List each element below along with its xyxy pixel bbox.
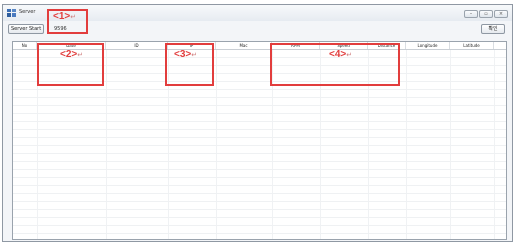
maximize-button[interactable]: ▫ [479, 10, 493, 18]
server-start-button[interactable]: Server Start [8, 24, 45, 34]
app-icon [7, 9, 16, 17]
col-header-mac[interactable]: Mac [216, 42, 272, 49]
callout-2-label: <2>↵ [60, 49, 84, 60]
server-window: Server – ▫ × Server Start 9596 확인 No Dat… [2, 4, 513, 242]
confirm-button[interactable]: 확인 [481, 24, 505, 34]
row-separator [13, 137, 506, 138]
row-separator [13, 105, 506, 106]
row-separator [13, 129, 506, 130]
row-separator [13, 153, 506, 154]
window-title: Server [19, 9, 36, 15]
close-button[interactable]: × [494, 10, 508, 18]
callout-1-label: <1>↵ [53, 11, 77, 22]
row-separator [13, 217, 506, 218]
maximize-icon: ▫ [484, 11, 488, 17]
row-separator [13, 161, 506, 162]
row-separator [13, 97, 506, 98]
col-header-latitude[interactable]: Latitude [450, 42, 494, 49]
close-icon: × [498, 11, 504, 17]
row-separator [13, 169, 506, 170]
row-separator [13, 193, 506, 194]
minimize-button[interactable]: – [464, 10, 478, 18]
row-separator [13, 209, 506, 210]
row-separator [13, 225, 506, 226]
col-header-longitude[interactable]: Longitude [406, 42, 450, 49]
row-separator [13, 145, 506, 146]
return-mark-icon: ↵ [346, 52, 353, 59]
col-header-no[interactable]: No [13, 42, 37, 49]
return-mark-icon: ↵ [77, 52, 84, 59]
col-header-id[interactable]: ID [106, 42, 168, 49]
return-mark-icon: ↵ [70, 14, 77, 21]
row-separator [13, 121, 506, 122]
return-mark-icon: ↵ [191, 52, 198, 59]
row-separator [13, 233, 506, 234]
row-separator [13, 177, 506, 178]
row-separator [13, 89, 506, 90]
row-separator [13, 113, 506, 114]
minimize-icon: – [469, 11, 473, 17]
callout-4-label: <4>↵ [329, 49, 353, 60]
row-separator [13, 201, 506, 202]
callout-3-label: <3>↵ [174, 49, 198, 60]
row-separator [13, 185, 506, 186]
